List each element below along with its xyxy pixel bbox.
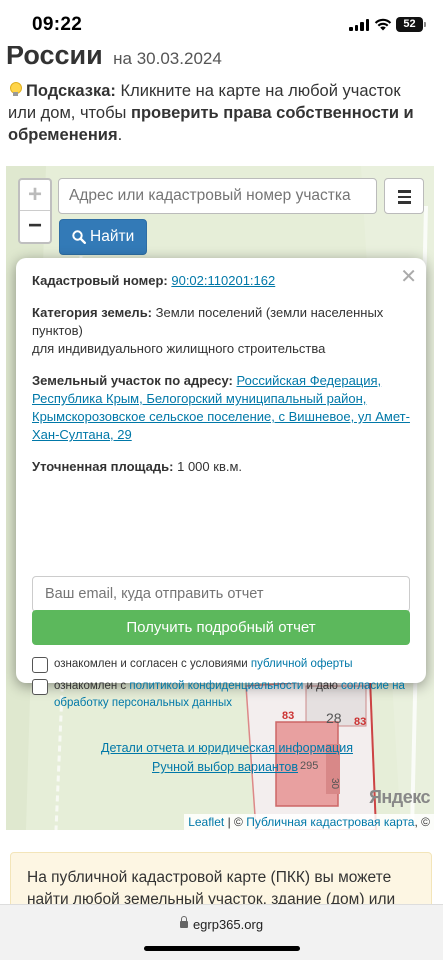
search-icon bbox=[72, 230, 86, 244]
home-indicator[interactable] bbox=[144, 946, 300, 951]
manual-selection-link[interactable]: Ручной выбор вариантов bbox=[152, 760, 298, 774]
consent-privacy-checkbox[interactable] bbox=[32, 679, 48, 695]
browser-bar: egrp365.org bbox=[0, 904, 443, 960]
cadastral-label: Кадастровый номер: bbox=[32, 273, 168, 288]
cadastral-row: Кадастровый номер: 90:02:110201:162 bbox=[32, 272, 410, 290]
category-use: для индивидуального жилищного строительс… bbox=[32, 341, 326, 356]
consent-privacy-text2: и даю bbox=[303, 680, 342, 692]
consent-privacy-text: ознакомлен с bbox=[54, 680, 130, 692]
parcel-label: 295 bbox=[300, 760, 319, 772]
parcel-label: 30 bbox=[329, 777, 341, 790]
consent-offer-row: ознакомлен и согласен с условиями публич… bbox=[32, 656, 412, 673]
leaflet-link[interactable]: Leaflet bbox=[188, 815, 224, 829]
url-text: egrp365.org bbox=[192, 917, 264, 932]
url-bar[interactable]: egrp365.org bbox=[0, 916, 443, 932]
hint-end: . bbox=[117, 126, 123, 144]
privacy-policy-link[interactable]: политикой конфиденциальности bbox=[129, 680, 303, 692]
lightbulb-icon bbox=[8, 82, 22, 98]
cellular-signal-icon bbox=[349, 19, 369, 31]
public-offer-link[interactable]: публичной оферты bbox=[251, 658, 353, 670]
status-bar: 09:22 52 bbox=[0, 0, 443, 46]
cadastral-map[interactable]: 83 28 83 295 30 + − Найти ✕ Кадастровый … bbox=[6, 166, 434, 830]
yandex-logo: Яндекс bbox=[368, 787, 431, 807]
category-label: Категория земель: bbox=[32, 305, 153, 320]
consent-offer-checkbox[interactable] bbox=[32, 657, 48, 673]
parcel-label: 83 bbox=[354, 716, 367, 728]
popup-content: Кадастровый номер: 90:02:110201:162 Кате… bbox=[32, 272, 410, 490]
zoom-in-button[interactable]: + bbox=[20, 180, 50, 211]
map-attribution: Leaflet | © Публичная кадастровая карта,… bbox=[184, 814, 434, 830]
address-row: Земельный участок по адресу: Российская … bbox=[32, 372, 410, 444]
lock-icon bbox=[179, 916, 188, 930]
search-input[interactable] bbox=[58, 178, 377, 214]
cadastral-number-link[interactable]: 90:02:110201:162 bbox=[171, 273, 275, 288]
consent-privacy-row: ознакомлен с политикой конфиденциальност… bbox=[32, 678, 412, 712]
find-button[interactable]: Найти bbox=[59, 219, 147, 255]
hint-label: Подсказка: bbox=[26, 82, 116, 100]
report-details-link[interactable]: Детали отчета и юридическая информация bbox=[101, 741, 353, 755]
battery-icon: 52 bbox=[396, 17, 426, 32]
parcel-label: 28 bbox=[326, 710, 342, 726]
area-row: Уточненная площадь: 1 000 кв.м. bbox=[32, 458, 410, 476]
pkk-link[interactable]: Публичная кадастровая карта bbox=[246, 815, 414, 829]
info-box: На публичной кадастровой карте (ПКК) вы … bbox=[10, 852, 432, 912]
attribution-separator: | © bbox=[224, 815, 247, 829]
menu-button[interactable] bbox=[384, 178, 424, 214]
zoom-out-button[interactable]: − bbox=[20, 211, 50, 242]
wifi-icon bbox=[374, 18, 392, 31]
email-field[interactable] bbox=[32, 576, 410, 612]
category-row: Категория земель: Земли поселений (земли… bbox=[32, 304, 410, 358]
area-label: Уточненная площадь: bbox=[32, 459, 174, 474]
area-value: 1 000 кв.м. bbox=[177, 459, 243, 474]
hint-paragraph: Подсказка: Кликните на карте на любой уч… bbox=[8, 80, 428, 146]
zoom-control: + − bbox=[18, 178, 52, 244]
parcel-popup: ✕ Кадастровый номер: 90:02:110201:162 Ка… bbox=[16, 258, 426, 774]
menu-icon bbox=[398, 190, 411, 193]
status-time: 09:22 bbox=[32, 14, 83, 35]
page-date: на 30.03.2024 bbox=[113, 49, 222, 68]
get-report-button[interactable]: Получить подробный отчет bbox=[32, 610, 410, 645]
find-button-label: Найти bbox=[90, 228, 135, 245]
attribution-suffix: , © bbox=[414, 815, 430, 829]
address-label: Земельный участок по адресу: bbox=[32, 373, 233, 388]
consent-offer-text: ознакомлен и согласен с условиями bbox=[54, 658, 251, 670]
